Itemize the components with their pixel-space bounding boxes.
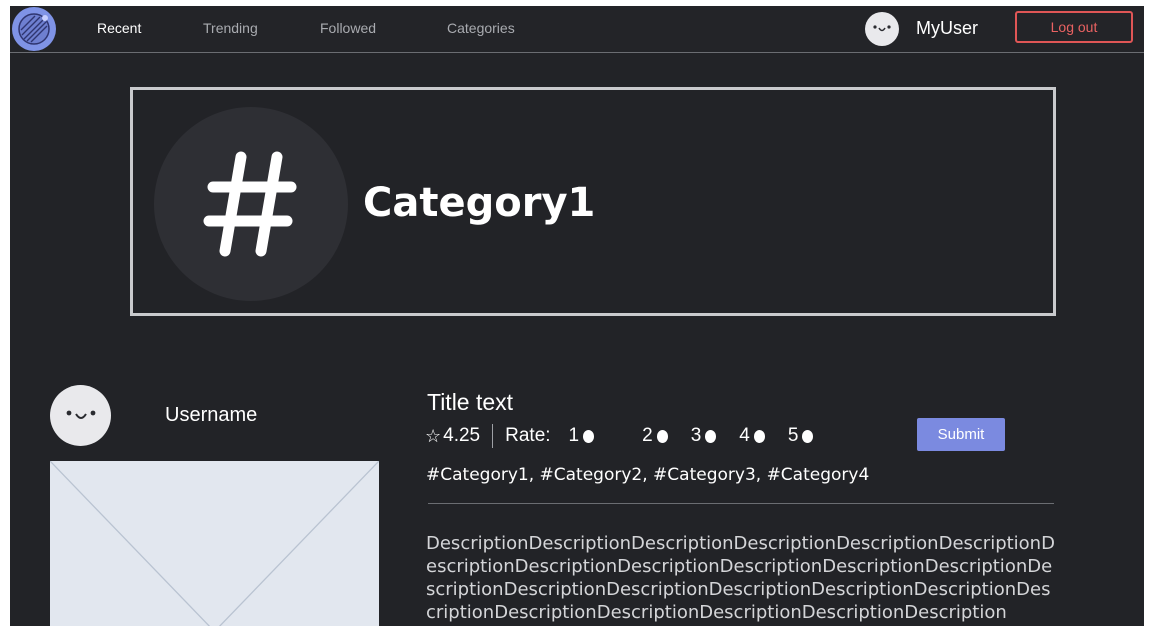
rate-option-2[interactable]: 2 [642,425,668,447]
radio-icon[interactable] [753,429,765,443]
radio-icon[interactable] [802,429,814,443]
post-title: Title text [427,389,514,415]
radio-icon[interactable] [583,429,595,443]
radio-icon[interactable] [656,429,668,443]
rate-label: Rate: [505,425,551,446]
rate-option-3[interactable]: 3 [691,425,717,447]
smiley-face-icon[interactable] [865,12,899,46]
app-window: Recent Trending Followed Categories MyUs… [10,6,1144,626]
nav-item-categories[interactable]: Categories [447,20,515,36]
star-outline-icon: ☆ [425,425,442,447]
nav-item-trending[interactable]: Trending [203,20,258,36]
current-username[interactable]: MyUser [916,18,978,39]
category-title: Category1 [363,180,596,226]
logout-button[interactable]: Log out [1015,11,1133,43]
rating-divider [492,424,494,448]
rate-option-5[interactable]: 5 [788,425,814,447]
smiley-face-icon[interactable] [50,385,111,446]
category-banner: Category1 [130,87,1056,316]
post-divider [428,503,1054,504]
average-rating: ☆ 4.25 [425,425,480,447]
image-placeholder-icon [50,461,379,626]
submit-rating-button[interactable]: Submit [917,418,1005,451]
globe-logo-icon[interactable] [12,7,56,51]
hash-icon [154,107,348,301]
rate-option-1[interactable]: 1 [569,425,595,447]
average-rating-value: 4.25 [443,425,481,446]
post-category-tags[interactable]: #Category1, #Category2, #Category3, #Cat… [426,465,869,485]
nav-item-recent[interactable]: Recent [97,20,141,36]
post-description: DescriptionDescriptionDescriptionDescrip… [426,533,1055,623]
post-author-name[interactable]: Username [165,404,257,427]
rate-option-4[interactable]: 4 [739,425,765,447]
nav-item-followed[interactable]: Followed [320,20,376,36]
top-navbar: Recent Trending Followed Categories MyUs… [10,6,1144,53]
rating-row: ☆ 4.25 Rate: 1 2 3 4 5 [425,421,836,451]
radio-icon[interactable] [705,429,717,443]
